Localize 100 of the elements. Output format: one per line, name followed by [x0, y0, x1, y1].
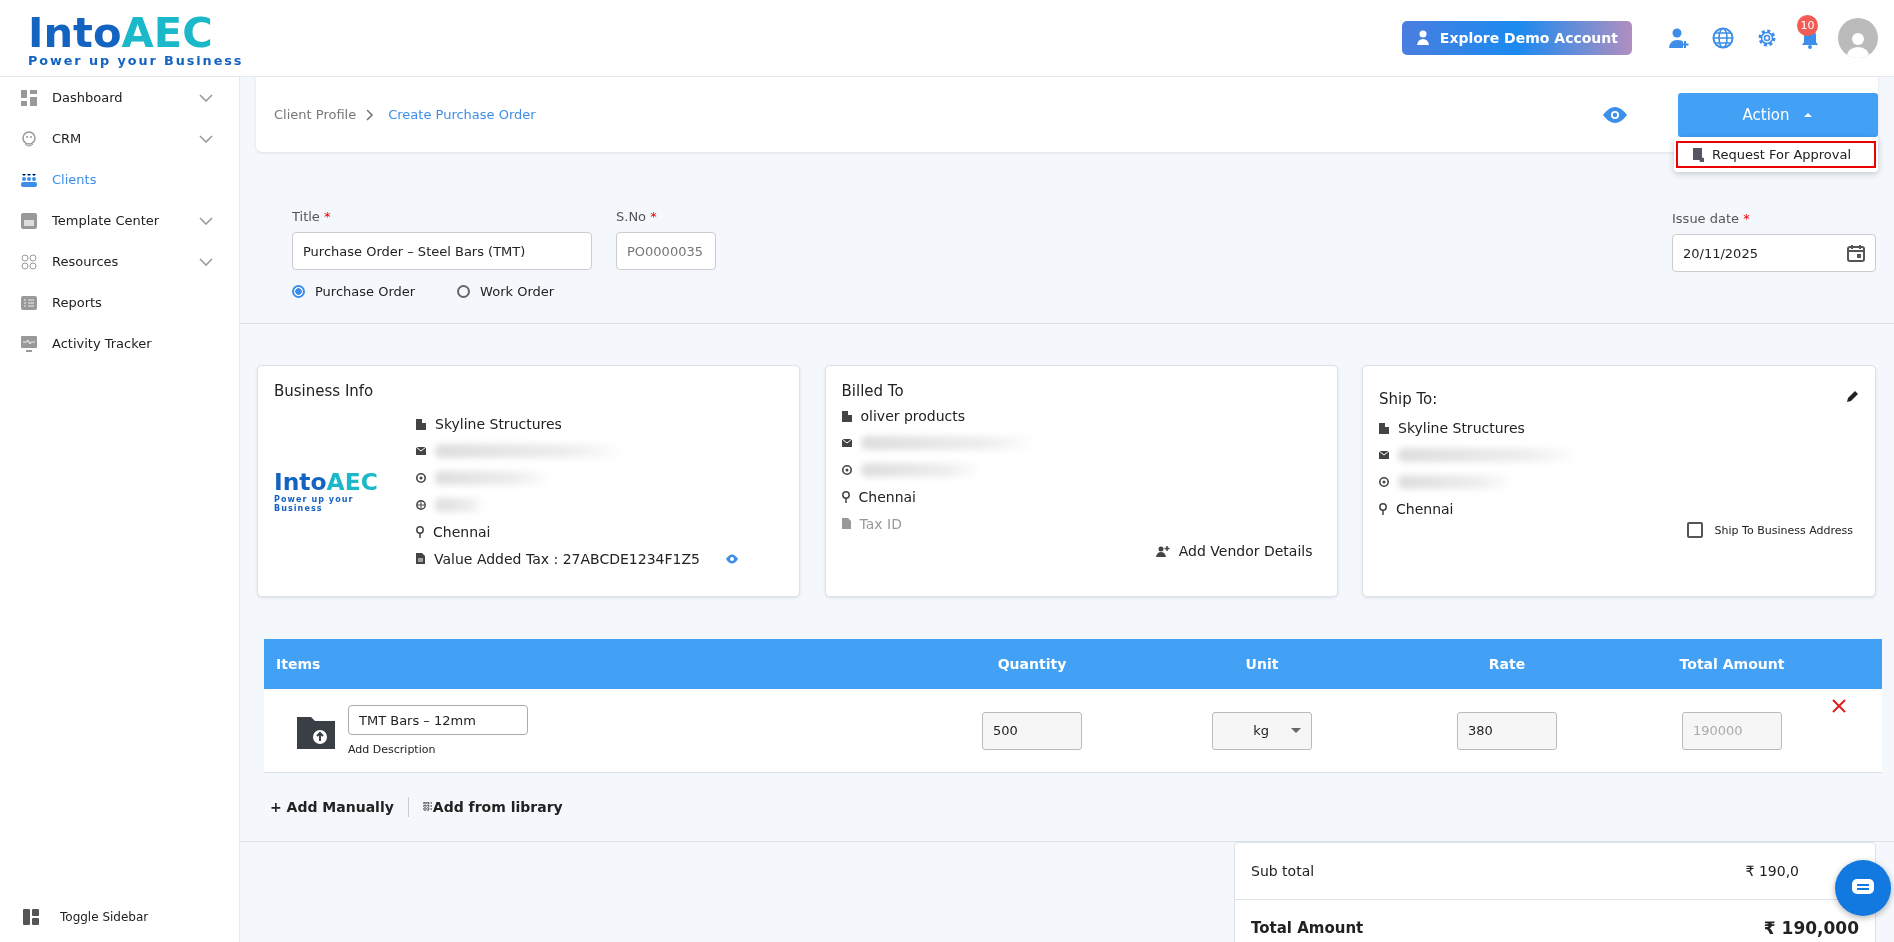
sidebar-label: Template Center — [52, 213, 161, 228]
column-header: Total Amount — [1678, 656, 1786, 672]
add-user-icon — [1155, 544, 1170, 557]
calendar-icon[interactable] — [1847, 244, 1865, 262]
caret-icon — [1803, 111, 1814, 118]
building-icon — [416, 417, 426, 430]
document-icon — [416, 553, 425, 564]
toggle-sidebar-label: Toggle Sidebar — [60, 910, 149, 924]
field-label: Title * — [292, 209, 332, 224]
field-label: Issue date * — [1672, 211, 1751, 226]
breadcrumb-link[interactable]: Client Profile — [274, 107, 357, 122]
location-pin-icon — [841, 490, 850, 503]
template-icon — [20, 211, 38, 230]
phone-icon — [841, 464, 852, 475]
column-header: Unit — [1244, 656, 1280, 672]
quantity-field[interactable]: 500 — [982, 711, 1082, 750]
column-header: Items — [276, 656, 322, 672]
notification-badge: 10 — [1797, 15, 1818, 36]
settings-icon[interactable] — [1756, 27, 1778, 49]
radio-button[interactable] — [457, 285, 471, 298]
card-title: Billed To — [841, 382, 904, 400]
column-header: Quantity — [996, 656, 1068, 672]
total-value: ₹ 190,000 — [1763, 918, 1859, 938]
total-label: Total Amount — [1251, 919, 1364, 937]
issue-date-field[interactable]: 20/11/2025 — [1672, 234, 1876, 272]
logo: IntoAEC Power up your Business — [28, 7, 244, 69]
eye-icon[interactable] — [1602, 105, 1628, 124]
sidebar-item[interactable]: Reports — [0, 282, 239, 323]
radio-option[interactable]: Work Order — [457, 284, 555, 299]
layout-icon — [22, 908, 40, 926]
sidebar-item[interactable]: Dashboard — [0, 77, 239, 118]
eye-icon[interactable] — [724, 553, 739, 564]
globe-icon — [416, 499, 426, 510]
building-icon — [1379, 421, 1389, 434]
sidebar-item[interactable]: Activity Tracker — [0, 323, 239, 364]
resources-icon — [20, 252, 38, 271]
rate-field[interactable]: 380 — [1457, 711, 1557, 750]
menu-item[interactable]: Request For Approval — [1676, 141, 1876, 168]
phone-icon — [1379, 476, 1389, 487]
company-name: Skyline Structures — [1398, 419, 1525, 436]
serial-number-field[interactable]: PO0000035 — [616, 232, 716, 270]
unit-dropdown[interactable]: kg — [1212, 711, 1312, 750]
sidebar-item[interactable]: Resources — [0, 241, 239, 282]
grid-icon — [422, 802, 433, 812]
radio-option[interactable]: Purchase Order — [292, 284, 416, 299]
monitor-icon — [20, 334, 38, 353]
user-icon — [1415, 30, 1432, 46]
blurred-text — [435, 497, 485, 512]
chevron-right-icon — [366, 108, 375, 121]
subtotal-label: Sub total — [1251, 863, 1315, 879]
card-title: Ship To: — [1379, 390, 1438, 408]
explore-demo-button[interactable]: Explore Demo Account — [1401, 21, 1632, 55]
caret-icon — [1291, 728, 1301, 733]
item-name-field[interactable]: TMT Bars – 12mm — [348, 705, 528, 735]
list-icon — [20, 294, 38, 311]
location-pin-icon — [416, 525, 424, 538]
title-field[interactable]: Purchase Order – Steel Bars (TMT) — [292, 232, 592, 270]
sidebar-label: Clients — [52, 172, 98, 187]
dashboard-icon — [20, 88, 38, 107]
phone-icon — [416, 472, 426, 483]
add-vendor-link[interactable]: Add Vendor Details — [1178, 542, 1313, 559]
sidebar-label: Resources — [52, 254, 120, 269]
globe-icon[interactable] — [1712, 27, 1734, 49]
city: Chennai — [1396, 500, 1454, 517]
checkbox[interactable] — [1686, 522, 1703, 538]
add-from-library-button[interactable]: Add from library — [422, 799, 563, 815]
sidebar-label: Reports — [52, 295, 103, 310]
toggle-sidebar-button[interactable]: Toggle Sidebar — [0, 892, 239, 942]
pencil-icon[interactable] — [1846, 390, 1859, 403]
avatar[interactable] — [1838, 18, 1878, 58]
company-name: Skyline Structures — [435, 415, 562, 432]
document-icon — [1692, 147, 1704, 162]
sidebar-item[interactable]: CRM — [0, 118, 239, 159]
add-manually-button[interactable]: + Add Manually — [270, 799, 394, 815]
sidebar-item[interactable]: Template Center — [0, 200, 239, 241]
location-pin-icon — [1379, 502, 1387, 515]
card-title: Business Info — [274, 382, 374, 400]
sidebar-label: Dashboard — [52, 90, 124, 105]
sidebar-label: Activity Tracker — [52, 336, 153, 351]
mail-icon — [1379, 450, 1389, 459]
mail-icon — [841, 438, 852, 447]
menu-item-label: Request For Approval — [1712, 147, 1852, 162]
close-icon[interactable] — [1832, 699, 1846, 713]
add-description-link[interactable]: Add Description — [348, 743, 528, 756]
add-user-icon[interactable] — [1668, 27, 1690, 49]
city: Chennai — [858, 488, 916, 505]
tax-number: Value Added Tax : 27ABCDE1234F1Z5 — [434, 550, 700, 567]
field-label: S.No * — [616, 209, 658, 224]
document-icon — [841, 518, 851, 529]
logo: IntoAEC Power up your Business — [274, 469, 379, 513]
breadcrumb-current: Create Purchase Order — [388, 107, 536, 122]
company-name: oliver products — [860, 407, 966, 424]
group-icon — [20, 129, 38, 148]
mail-icon — [416, 446, 426, 455]
city: Chennai — [433, 523, 491, 540]
checkbox-label: Ship To Business Address — [1714, 523, 1853, 537]
sidebar-label: CRM — [52, 131, 83, 146]
total-amount-field: 190000 — [1682, 711, 1782, 750]
column-header: Rate — [1487, 656, 1527, 672]
radio-button[interactable] — [292, 285, 305, 298]
